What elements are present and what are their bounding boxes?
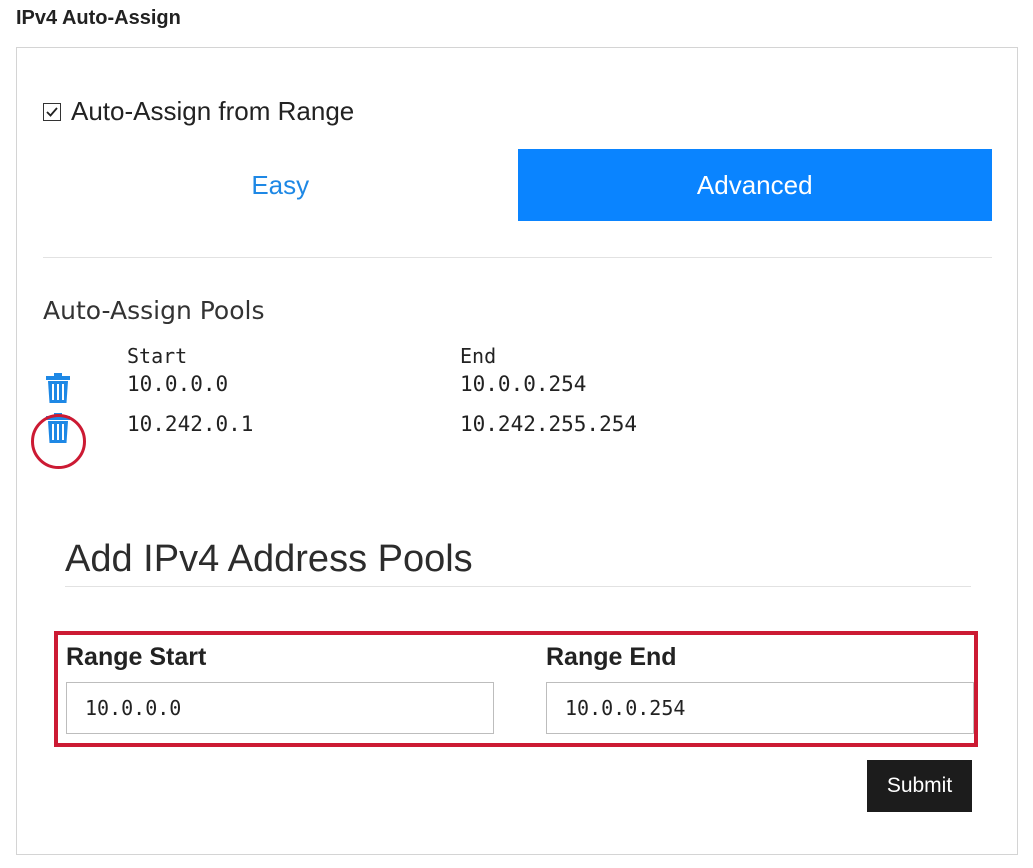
range-highlight-box: Range Start Range End [54,631,978,747]
table-row: 10.242.0.1 10.242.255.254 [43,412,743,452]
divider [65,586,971,587]
range-end-input[interactable] [546,682,974,734]
trash-icon [43,372,73,409]
range-start-label: Range Start [66,643,207,671]
mode-tabs: Easy Advanced [43,149,992,221]
table-row: 10.0.0.0 10.0.0.254 [43,372,743,412]
auto-assign-label: Auto-Assign from Range [71,96,355,126]
pool-start-value: 10.0.0.0 [127,372,229,396]
tab-advanced[interactable]: Advanced [517,149,992,221]
add-pools-title: Add IPv4 Address Pools [65,538,473,580]
highlight-circle [31,414,86,469]
pools-heading: Auto-Assign Pools [43,296,265,325]
pools-table: Start End 10.0.0.0 10.0.0.254 10.242.0.1… [43,344,743,452]
auto-assign-panel: Auto-Assign from Range Easy Advanced Aut… [16,47,1018,855]
pool-start-value: 10.242.0.1 [127,412,254,436]
range-start-input[interactable] [66,682,494,734]
divider [43,257,992,258]
delete-pool-button[interactable] [43,372,73,404]
pool-end-value: 10.242.255.254 [460,412,638,436]
column-header-end: End [460,344,497,368]
section-title: IPv4 Auto-Assign [16,7,181,29]
pools-table-header: Start End [43,344,743,372]
tab-easy[interactable]: Easy [43,149,518,221]
pool-end-value: 10.0.0.254 [460,372,587,396]
range-end-label: Range End [546,643,677,671]
column-header-start: Start [127,344,188,368]
checkbox-checked-icon[interactable] [43,102,61,121]
auto-assign-checkbox-row[interactable]: Auto-Assign from Range [43,96,354,127]
submit-button[interactable]: Submit [867,760,972,812]
